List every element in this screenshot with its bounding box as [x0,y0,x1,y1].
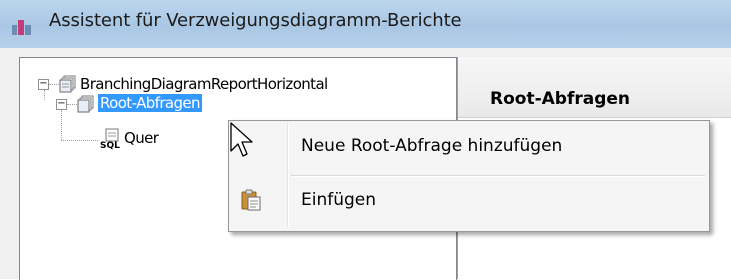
svg-text:SQL: SQL [100,141,120,150]
collapse-root-toggle[interactable]: − [38,79,49,90]
tree-node-query[interactable]: Quer [124,129,159,147]
tree-connector [61,110,62,140]
app-icon [12,20,36,36]
mouse-cursor-icon [230,122,253,157]
menu-item-label: Neue Root-Abfrage hinzufügen [301,136,563,156]
collapse-child-toggle[interactable]: − [56,99,67,110]
title-bar: Assistent für Verzweigungsdiagramm-Beric… [0,0,731,49]
sql-icon: SQL [100,128,120,150]
tree-node-root-queries[interactable]: Root-Abfragen [98,94,202,112]
tree-node-root[interactable]: BranchingDiagramReportHorizontal [80,75,328,93]
menu-item-add-root-query[interactable]: Neue Root-Abfrage hinzufügen [231,125,707,169]
context-menu: Neue Root-Abfrage hinzufügen Einfügen [228,120,710,232]
tree-connector [67,104,77,105]
tree-connector [61,140,98,141]
tree-connector [49,84,59,85]
tree-connector [44,90,45,100]
menu-separator [291,175,705,177]
paste-icon [241,189,261,211]
details-title: Root-Abfragen [490,89,631,109]
folder-icon [77,95,94,113]
menu-item-paste[interactable]: Einfügen [231,179,707,223]
details-header: Root-Abfragen [458,57,731,118]
report-icon [59,75,76,93]
window-title: Assistent für Verzweigungsdiagramm-Beric… [49,10,462,31]
menu-item-label: Einfügen [301,190,377,210]
